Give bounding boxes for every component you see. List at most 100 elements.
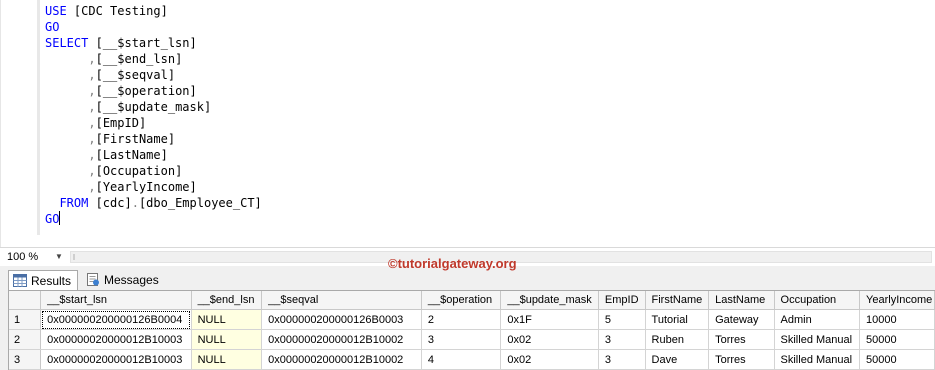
grid-cell[interactable]: 50000 <box>859 329 935 350</box>
grid-cell[interactable]: Tutorial <box>645 309 710 330</box>
results-pane: ©tutorialgateway.org Results Messages __… <box>0 256 935 370</box>
grid-header-row: __$start_lsn __$end_lsn __$seqval __$operat… <box>9 291 935 310</box>
code-token: [cdc] <box>88 196 132 210</box>
code-token: , <box>88 52 96 66</box>
grid-cell[interactable]: Gateway <box>708 309 775 330</box>
grid-cell[interactable]: Ruben <box>645 329 710 350</box>
grid-cell[interactable]: 3 <box>598 349 646 370</box>
row-number[interactable]: 1 <box>9 309 42 330</box>
column-header[interactable]: __$update_mask <box>500 291 599 310</box>
code-token: [LastName] <box>95 148 168 162</box>
code-token: . <box>131 196 139 210</box>
code-token: , <box>88 148 96 162</box>
grid-cell[interactable]: 0x00000020000012B10002 <box>261 329 422 350</box>
grid-corner-cell[interactable] <box>9 291 42 310</box>
code-line: FROM [cdc].[dbo_Employee_CT] <box>45 195 262 211</box>
sql-keyword: GO <box>45 20 60 34</box>
grid-cell[interactable]: NULL <box>191 329 263 350</box>
column-header[interactable]: __$start_lsn <box>40 291 192 310</box>
grid-cell[interactable]: 0x1F <box>500 309 599 330</box>
column-header[interactable]: LastName <box>708 291 775 310</box>
code-token: , <box>88 100 96 114</box>
grid-cell[interactable]: NULL <box>191 349 263 370</box>
code-line: ,[FirstName] <box>45 131 262 147</box>
grid-cell[interactable]: Skilled Manual <box>774 329 861 350</box>
grid-cell[interactable]: Dave <box>645 349 710 370</box>
grid-cell[interactable]: 10000 <box>859 309 935 330</box>
grid-cell[interactable]: Torres <box>708 349 775 370</box>
grid-cell[interactable]: Admin <box>774 309 861 330</box>
chevron-down-icon[interactable]: ▼ <box>55 250 63 264</box>
table-row[interactable]: 2 0x00000020000012B10003 NULL 0x00000020000… <box>9 329 935 350</box>
zoom-level-value: 100 % <box>7 251 39 263</box>
results-grid[interactable]: __$start_lsn __$end_lsn __$seqval __$operat… <box>8 290 935 370</box>
grid-cell[interactable]: 0x02 <box>500 349 599 370</box>
scrollbar-thumb[interactable] <box>73 254 75 260</box>
row-number[interactable]: 3 <box>9 349 42 370</box>
grid-cell[interactable]: 5 <box>598 309 646 330</box>
grid-cell[interactable]: NULL <box>191 309 263 330</box>
grid-cell[interactable]: 2 <box>421 309 502 330</box>
column-header[interactable]: Occupation <box>774 291 861 310</box>
code-line: ,[__$seqval] <box>45 67 262 83</box>
code-token: [__$end_lsn] <box>95 52 183 66</box>
sql-code[interactable]: USE [CDC Testing] GO SELECT [__$start_lsn]… <box>45 3 262 227</box>
code-line: ,[LastName] <box>45 147 262 163</box>
code-line: USE [CDC Testing] <box>45 3 262 19</box>
code-line: ,[__$end_lsn] <box>45 51 262 67</box>
code-token: [dbo_Employee_CT] <box>138 196 262 210</box>
tab-results[interactable]: Results <box>8 270 78 290</box>
grid-cell[interactable]: 3 <box>598 329 646 350</box>
table-row[interactable]: 1 0x000000200000126B0004 NULL 0x00000020000… <box>9 309 935 330</box>
code-token: , <box>88 116 96 130</box>
code-token: [YearlyIncome] <box>95 180 197 194</box>
row-number[interactable]: 2 <box>9 329 42 350</box>
grid-cell[interactable]: 0x000000200000126B0004 <box>40 309 192 330</box>
column-header[interactable]: __$seqval <box>261 291 422 310</box>
table-row[interactable]: 3 0x00000020000012B10003 NULL 0x00000020000… <box>9 349 935 370</box>
sql-keyword: SELECT <box>45 36 89 50</box>
code-token: , <box>88 180 96 194</box>
code-line: ,[Occupation] <box>45 163 262 179</box>
code-token: [__$operation] <box>95 84 197 98</box>
text-caret <box>59 211 61 225</box>
grid-cell[interactable]: Skilled Manual <box>774 349 861 370</box>
code-line: ,[__$operation] <box>45 83 262 99</box>
code-token: [__$start_lsn] <box>88 36 197 50</box>
grid-cell[interactable]: 0x00000020000012B10003 <box>40 329 192 350</box>
grid-cell[interactable]: 0x000000200000126B0003 <box>261 309 422 330</box>
column-header[interactable]: YearlyIncome <box>859 291 935 310</box>
code-token: [EmpID] <box>95 116 147 130</box>
query-editor[interactable]: USE [CDC Testing] GO SELECT [__$start_lsn]… <box>0 0 935 247</box>
grid-cell[interactable]: 0x00000020000012B10002 <box>261 349 422 370</box>
zoom-level-dropdown[interactable]: 100 % ▼ <box>3 250 65 264</box>
code-token: , <box>88 68 96 82</box>
grid-cell[interactable]: 3 <box>421 329 502 350</box>
column-header[interactable]: EmpID <box>598 291 646 310</box>
tab-messages[interactable]: Messages <box>82 270 162 290</box>
grid-cell[interactable]: 50000 <box>859 349 935 370</box>
column-header[interactable]: FirstName <box>645 291 710 310</box>
code-line: GO <box>45 211 262 227</box>
column-header[interactable]: __$operation <box>421 291 502 310</box>
watermark-text: ©tutorialgateway.org <box>388 256 517 271</box>
code-line: SELECT [__$start_lsn] <box>45 35 262 51</box>
grid-cell[interactable]: 4 <box>421 349 502 370</box>
code-token: [__$seqval] <box>95 68 176 82</box>
code-token: , <box>88 84 96 98</box>
tab-messages-label: Messages <box>104 273 159 287</box>
grid-cell[interactable]: Torres <box>708 329 775 350</box>
column-header[interactable]: __$end_lsn <box>191 291 263 310</box>
code-token: , <box>88 132 96 146</box>
grid-cell[interactable]: 0x00000020000012B10003 <box>40 349 192 370</box>
code-line: ,[YearlyIncome] <box>45 179 262 195</box>
grid-cell[interactable]: 0x02 <box>500 329 599 350</box>
sql-keyword: USE <box>45 4 67 18</box>
